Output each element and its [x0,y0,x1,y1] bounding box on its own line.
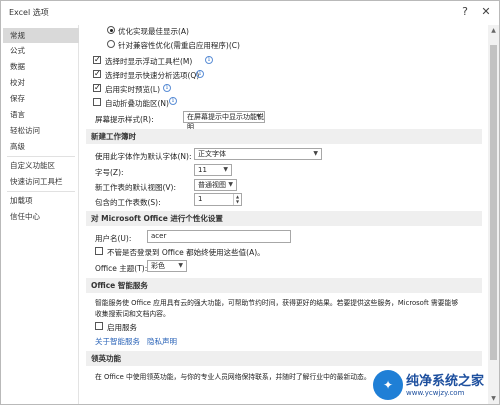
chevron-down-icon: ▼ [223,166,228,173]
sidebar-item-add-ins[interactable]: 加载项 [3,193,79,208]
enable-services-checkbox[interactable] [95,322,103,330]
sidebar-item-save[interactable]: 保存 [3,91,79,106]
screentip-select[interactable]: 在屏幕提示中显示功能说明 ▼ [183,111,265,131]
chevron-down-icon: ▼ [256,113,261,120]
always-use-label: 不管是否登录到 Office 都始终使用这些值(A)。 [107,248,265,257]
section-personalize: 对 Microsoft Office 进行个性化设置 [86,211,482,226]
excel-options-window: Excel 选项 ? ✕ 常规 公式 数据 校对 保存 语言 轻松访问 高级 自… [0,0,500,405]
watermark: ✦ 纯净系统之家 www.ycwjzy.com [373,367,499,404]
options-content: 优化实现最佳显示(A) 针对兼容性优化(需重启应用程序)(C) ✓ 选择时显示浮… [81,25,488,404]
font-size-label: 字号(Z): [95,168,124,177]
default-view-select[interactable]: 普通视图 ▼ [194,179,237,191]
default-font-select[interactable]: 正文字体 ▼ [194,148,322,160]
spin-arrows-icon[interactable]: ▲ ▼ [233,194,241,205]
username-value: acer [151,232,167,240]
info-icon: i [196,70,204,78]
scrollbar-thumb[interactable] [490,45,497,360]
scroll-up-icon[interactable]: ▲ [488,25,499,36]
live-preview-checkbox[interactable]: ✓ [93,84,101,92]
help-button[interactable]: ? [456,3,474,21]
sidebar-item-language[interactable]: 语言 [3,107,79,122]
sheet-count-label: 包含的工作表数(S): [95,198,161,207]
sidebar-item-quick-access[interactable]: 快速访问工具栏 [3,174,79,189]
chevron-down-icon: ▼ [178,262,183,269]
collapse-ribbon-checkbox[interactable] [93,98,101,106]
linkedin-desc: 在 Office 中使用领英功能，与你的专业人员网络保持联系，并随时了解行业中的… [95,373,371,381]
radio-best-display[interactable] [107,26,115,34]
intelligent-desc-line2: 收集搜索词和文档内容。 [95,310,170,318]
always-use-checkbox[interactable] [95,247,103,255]
chevron-down-icon: ▼ [228,181,233,188]
watermark-logo-icon: ✦ [373,370,403,400]
intelligent-desc-line1: 智能服务使 Office 应用具有云的强大功能，可帮助节约时间，获得更好的结果。… [95,299,459,307]
default-view-value: 普通视图 [198,181,226,189]
section-linkedin: 领英功能 [86,351,482,366]
radio-best-display-label: 优化实现最佳显示(A) [118,27,189,36]
sidebar: 常规 公式 数据 校对 保存 语言 轻松访问 高级 自定义功能区 快速访问工具栏… [3,25,79,404]
vertical-scrollbar[interactable]: ▲ ▼ [488,25,499,404]
font-size-value: 11 [198,166,207,174]
sidebar-item-customize-ribbon[interactable]: 自定义功能区 [3,158,79,173]
chevron-down-icon: ▼ [313,150,318,157]
sidebar-item-data[interactable]: 数据 [3,59,79,74]
privacy-statement-link[interactable]: 隐私声明 [147,336,177,347]
sidebar-item-formulas[interactable]: 公式 [3,43,79,58]
mini-toolbar-checkbox[interactable]: ✓ [93,56,101,64]
quick-analysis-checkbox[interactable]: ✓ [93,70,101,78]
quick-analysis-label: 选择时显示快速分析选项(Q) [105,71,200,80]
sidebar-item-proofing[interactable]: 校对 [3,75,79,90]
sidebar-item-general[interactable]: 常规 [3,28,79,43]
default-font-label: 使用此字体作为默认字体(N): [95,152,192,161]
info-icon: i [205,56,213,64]
enable-services-label: 启用服务 [107,323,137,332]
section-intelligent-services: Office 智能服务 [86,278,482,293]
window-title: Excel 选项 [9,8,49,17]
watermark-text: 纯净系统之家 [406,374,485,389]
sidebar-item-accessibility[interactable]: 轻松访问 [3,123,79,138]
mini-toolbar-label: 选择时显示浮动工具栏(M) [105,57,193,66]
sidebar-divider [7,156,75,157]
collapse-ribbon-label: 自动折叠功能区(N) [105,99,169,108]
sidebar-divider [7,191,75,192]
sidebar-item-advanced[interactable]: 高级 [3,139,79,154]
office-theme-select[interactable]: 彩色 ▼ [147,260,187,272]
default-view-label: 新工作表的默认视图(V): [95,183,177,192]
live-preview-label: 启用实时预览(L) [105,85,161,94]
title-bar: Excel 选项 ? ✕ [1,1,499,25]
default-font-value: 正文字体 [198,150,226,158]
info-icon: i [163,84,171,92]
username-input[interactable]: acer [147,230,291,243]
about-intelligent-services-link[interactable]: 关于智能服务 [95,336,140,347]
sidebar-item-trust-center[interactable]: 信任中心 [3,209,79,224]
section-new-workbook: 新建工作簿时 [86,129,482,144]
radio-compat[interactable] [107,40,115,48]
font-size-select[interactable]: 11 ▼ [194,164,232,176]
info-icon: i [169,97,177,105]
watermark-url: www.ycwjzy.com [406,389,465,397]
office-theme-label: Office 主题(T): [95,264,148,273]
office-theme-value: 彩色 [151,262,165,270]
screentip-label: 屏幕提示样式(R): [95,115,154,124]
close-button[interactable]: ✕ [477,3,495,21]
sheet-count-spinner[interactable]: 1 ▲ ▼ [194,193,242,206]
username-label: 用户名(U): [95,234,132,243]
sheet-count-value: 1 [198,195,203,203]
radio-compat-label: 针对兼容性优化(需重启应用程序)(C) [118,41,240,50]
